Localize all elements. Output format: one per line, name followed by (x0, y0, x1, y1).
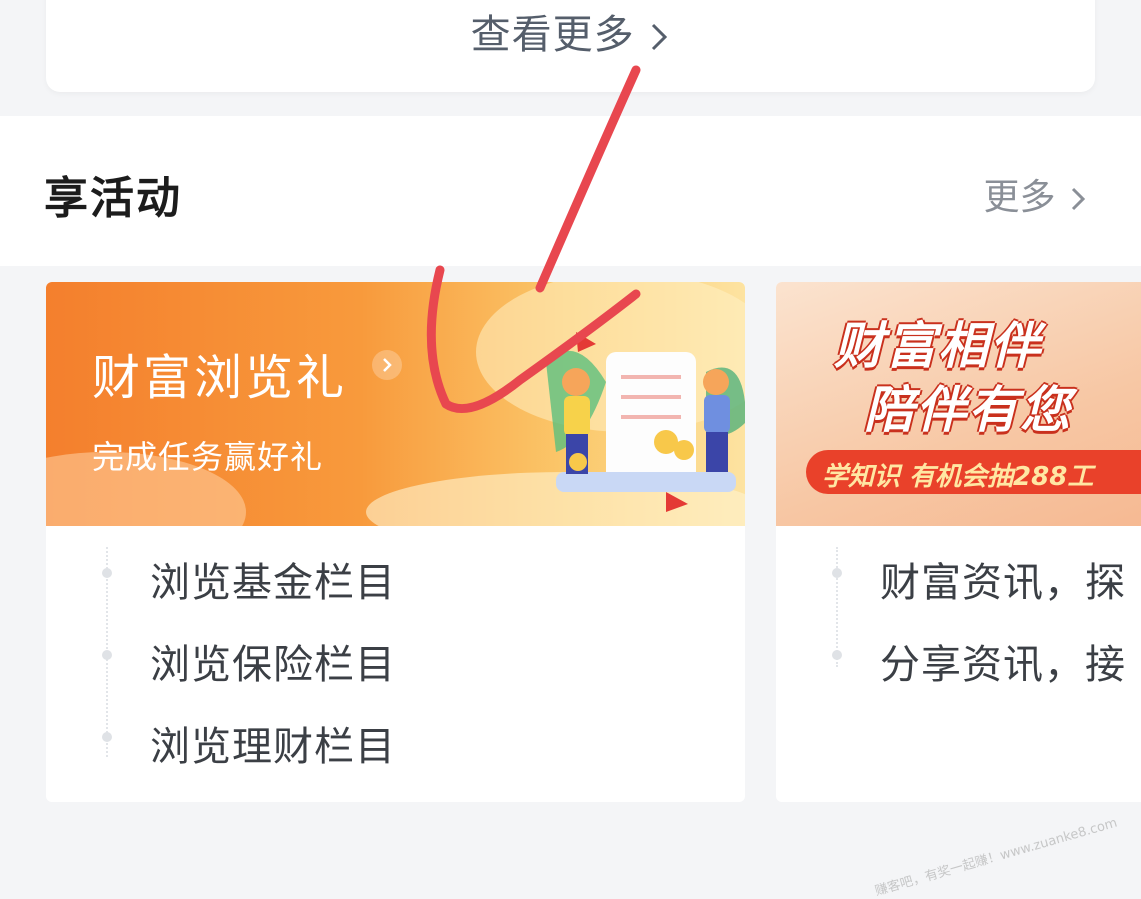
celebration-illustration (546, 332, 745, 512)
task-label: 分享资讯，接 (880, 642, 1126, 688)
view-more-link[interactable]: 查看更多 (46, 2, 1095, 60)
bullet-dot-icon (102, 568, 112, 578)
task-label: 浏览理财栏目 (150, 724, 396, 770)
activity-card-wealth-companion[interactable]: 财富相伴 陪伴有您 学知识 有机会抽288工 财富资讯，探 分享资讯，接 (776, 282, 1141, 802)
bullet-dot-icon (102, 732, 112, 742)
task-label: 财富资讯，探 (880, 560, 1126, 606)
task-label: 浏览基金栏目 (150, 560, 396, 606)
chevron-right-icon (1071, 187, 1086, 211)
task-item[interactable]: 浏览基金栏目 (46, 534, 745, 616)
activity-banner[interactable]: 财富相伴 陪伴有您 学知识 有机会抽288工 (776, 282, 1141, 526)
activity-banner[interactable]: 财富浏览礼 完成任务赢好礼 (46, 282, 745, 526)
task-label: 浏览保险栏目 (150, 642, 396, 688)
activity-card-wealth-browse[interactable]: 财富浏览礼 完成任务赢好礼 浏览基金栏目 浏览保险栏目 浏览理财栏目 (46, 282, 745, 802)
banner-strip: 学知识 有机会抽288工 (806, 450, 1141, 494)
banner-headline-line1: 财富相伴 (834, 317, 1042, 375)
task-list: 财富资讯，探 分享资讯，接 (776, 534, 1141, 698)
chevron-right-icon (652, 23, 668, 51)
activities-section-header: 享活动 更多 (0, 116, 1141, 266)
task-list: 浏览基金栏目 浏览保险栏目 浏览理财栏目 (46, 534, 745, 780)
section-title: 享活动 (44, 173, 182, 224)
top-card: 查看更多 (46, 0, 1095, 92)
bullet-dot-icon (832, 650, 842, 660)
bullet-dot-icon (102, 650, 112, 660)
more-label: 更多 (983, 177, 1056, 218)
more-link[interactable]: 更多 (984, 168, 1089, 220)
view-more-label: 查看更多 (470, 12, 635, 58)
task-item[interactable]: 财富资讯，探 (776, 534, 1141, 616)
task-item[interactable]: 分享资讯，接 (776, 616, 1141, 698)
banner-strip-text: 学知识 有机会抽288工 (822, 462, 1094, 492)
watermark: 赚客吧，有奖一起赚！www.zuanke8.com (873, 815, 1119, 899)
chevron-right-icon (372, 350, 402, 380)
task-item[interactable]: 浏览保险栏目 (46, 616, 745, 698)
banner-subtitle: 完成任务赢好礼 (92, 438, 324, 476)
task-item[interactable]: 浏览理财栏目 (46, 698, 745, 780)
banner-title: 财富浏览礼 (92, 350, 348, 406)
bullet-dot-icon (832, 568, 842, 578)
banner-headline-line2: 陪伴有您 (864, 381, 1072, 439)
